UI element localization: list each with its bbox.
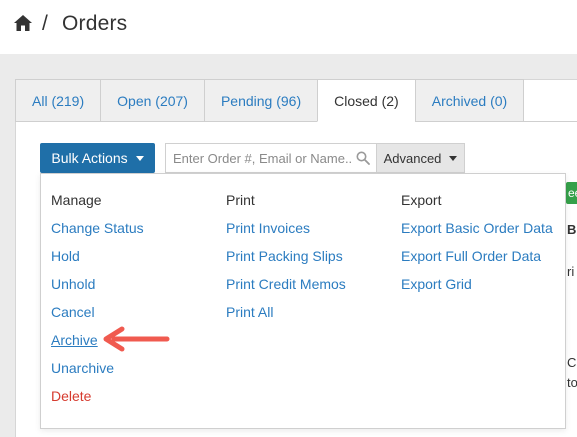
menu-item-print-invoices[interactable]: Print Invoices: [226, 220, 346, 240]
tab-all[interactable]: All (219): [15, 79, 101, 122]
order-status-tabs: All (219) Open (207) Pending (96) Closed…: [15, 79, 525, 122]
menu-item-print-credit-memos[interactable]: Print Credit Memos: [226, 276, 346, 296]
menu-item-print-all[interactable]: Print All: [226, 304, 346, 324]
order-search-input[interactable]: [166, 144, 352, 172]
tab-archived[interactable]: Archived (0): [414, 79, 525, 122]
caret-down-icon: [449, 155, 458, 161]
cell-fragment: Ca: [567, 355, 577, 370]
cell-fragment: to: [567, 375, 577, 390]
status-badge: ee: [566, 182, 577, 204]
home-icon[interactable]: [13, 14, 33, 32]
column-header-fragment: Bil: [567, 222, 577, 237]
manage-heading: Manage: [51, 192, 102, 208]
menu-item-export-basic[interactable]: Export Basic Order Data: [401, 220, 553, 240]
annotation-arrow-icon: [103, 326, 170, 352]
print-column: Print Print Invoices Print Packing Slips…: [226, 192, 346, 332]
export-column: Export Export Basic Order Data Export Fu…: [401, 192, 553, 304]
menu-item-hold[interactable]: Hold: [51, 248, 144, 268]
page-header: / Orders: [0, 0, 577, 54]
tab-open[interactable]: Open (207): [100, 79, 204, 122]
menu-item-change-status[interactable]: Change Status: [51, 220, 144, 240]
tab-pending[interactable]: Pending (96): [203, 79, 318, 122]
menu-item-export-grid[interactable]: Export Grid: [401, 276, 553, 296]
breadcrumb-separator: /: [42, 12, 48, 35]
cell-fragment: ri: [567, 264, 575, 279]
tab-closed[interactable]: Closed (2): [317, 79, 415, 122]
print-heading: Print: [226, 192, 255, 208]
page-title: Orders: [62, 12, 128, 35]
menu-item-unarchive[interactable]: Unarchive: [51, 360, 144, 380]
export-heading: Export: [401, 192, 442, 208]
menu-item-unhold[interactable]: Unhold: [51, 276, 144, 296]
bulk-actions-button[interactable]: Bulk Actions: [40, 143, 155, 173]
advanced-search-button[interactable]: Advanced: [377, 143, 465, 173]
bulk-actions-menu: Manage Change Status Hold Unhold Cancel …: [40, 173, 566, 429]
menu-item-cancel[interactable]: Cancel: [51, 304, 144, 324]
order-search: [165, 143, 377, 173]
advanced-label: Advanced: [383, 150, 442, 166]
manage-column: Manage Change Status Hold Unhold Cancel …: [51, 192, 144, 416]
menu-item-print-packing-slips[interactable]: Print Packing Slips: [226, 248, 346, 268]
search-icon[interactable]: [356, 151, 370, 165]
caret-down-icon: [135, 155, 144, 161]
tabs-divider: [503, 121, 577, 122]
bulk-actions-label: Bulk Actions: [51, 150, 128, 166]
menu-item-delete[interactable]: Delete: [51, 388, 144, 408]
menu-item-export-full[interactable]: Export Full Order Data: [401, 248, 553, 268]
